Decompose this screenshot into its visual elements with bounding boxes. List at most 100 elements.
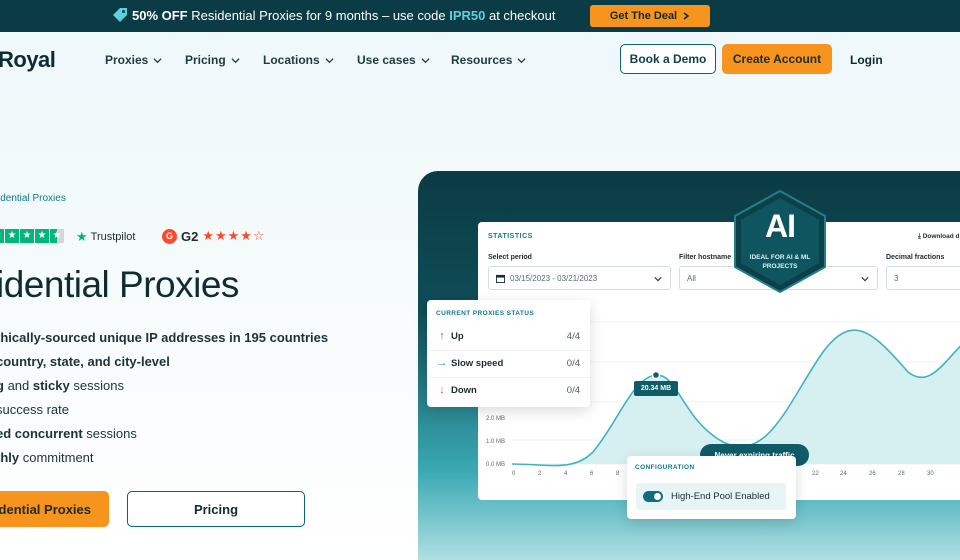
g2-stars: ★★★★☆: [202, 228, 266, 243]
nav-label: Proxies: [105, 53, 149, 67]
toggle-switch[interactable]: [643, 491, 663, 502]
book-demo-button[interactable]: Book a Demo: [620, 44, 716, 74]
chevron-down-icon: [325, 57, 334, 63]
hostname-value: All: [687, 273, 696, 283]
feature-bold: ed concurrent: [0, 426, 83, 441]
feature-item: country, state, and city-level: [0, 354, 170, 369]
arrow-up-icon: ↑: [439, 330, 445, 342]
page-title: idential Proxies: [0, 264, 239, 305]
status-label: Up: [451, 330, 464, 342]
feature-text: sessions: [82, 426, 137, 441]
feature-text: commitment: [19, 450, 94, 465]
feature-bold: thly: [0, 450, 20, 465]
status-value: 0/4: [566, 384, 580, 396]
period-value: 03/15/2023 - 03/21/2023: [510, 273, 598, 283]
g2-rating[interactable]: G G2 ★★★★☆: [162, 228, 266, 244]
x-tick: 22: [812, 471, 819, 477]
x-tick: 6: [590, 471, 594, 477]
get-deal-button[interactable]: Get The Deal: [590, 5, 710, 27]
y-tick: 1.0 MB: [486, 439, 505, 445]
highlight-point: [651, 370, 661, 380]
feature-item: thically-sourced unique IP addresses in …: [0, 330, 328, 345]
promo-code: IPR50: [449, 8, 486, 23]
star-icon: ★: [20, 229, 34, 243]
get-deal-label: Get The Deal: [609, 10, 678, 22]
nav-label: Use cases: [357, 53, 416, 67]
trustpilot-label: Trustpilot: [90, 231, 136, 243]
x-tick: 0: [512, 471, 516, 477]
tag-icon: [113, 8, 127, 22]
status-row-slow: → Slow speed 0/4: [427, 350, 590, 376]
feature-text: success rate: [0, 402, 69, 417]
nav-resources[interactable]: Resources: [451, 53, 526, 67]
g2-label: G2: [181, 228, 199, 244]
ai-badge-subtext: IDEAL FOR AI & ML PROJECTS: [749, 254, 811, 270]
chevron-right-icon: [683, 12, 690, 20]
nav-locations[interactable]: Locations: [263, 53, 334, 67]
x-tick: 8: [616, 471, 620, 477]
status-value: 4/4: [566, 330, 580, 342]
arrow-down-icon: ↓: [439, 384, 445, 396]
promo-bar: 50% OFF Residential Proxies for 9 months…: [0, 0, 960, 32]
high-end-pool-toggle-row[interactable]: High-End Pool Enabled: [636, 483, 786, 510]
g2-logo-icon: G: [162, 228, 177, 244]
status-card-title: CURRENT PROXIES STATUS: [436, 310, 535, 317]
breadcrumb[interactable]: idential Proxies: [0, 193, 66, 204]
feature-item: thly commitment: [0, 450, 94, 465]
status-label: Slow speed: [451, 357, 504, 369]
trustpilot-star-icon: ★: [76, 229, 88, 244]
trustpilot-logo[interactable]: ★ Trustpilot: [76, 229, 135, 245]
nav-proxies[interactable]: Proxies: [105, 53, 162, 67]
chevron-down-icon: [861, 277, 869, 282]
nav-label: Locations: [263, 53, 320, 67]
dashboard-title: STATISTICS: [488, 233, 533, 240]
x-tick: 26: [869, 471, 876, 477]
period-select[interactable]: 03/15/2023 - 03/21/2023: [488, 266, 671, 290]
calendar-icon: [496, 274, 505, 283]
decimal-value: 3: [894, 273, 899, 283]
star-icon: ★: [0, 229, 4, 243]
chevron-down-icon: [517, 57, 526, 63]
feature-item: g and sticky sessions: [0, 378, 124, 393]
nav-use-cases[interactable]: Use cases: [357, 53, 430, 67]
status-row-down: ↓ Down 0/4: [427, 377, 590, 403]
y-tick: 0.0 MB: [486, 462, 505, 468]
promo-discount: 50% OFF: [132, 8, 188, 23]
feature-bold: sticky: [32, 378, 70, 393]
star-icon: ★: [35, 229, 49, 243]
filter-hostname-label: Filter hostname: [679, 254, 732, 261]
login-link[interactable]: Login: [850, 53, 883, 67]
feature-text: country, state, and city-level: [0, 354, 170, 369]
y-tick: 2.0 MB: [486, 416, 505, 422]
ai-badge-text: AI: [765, 208, 796, 244]
toggle-label: High-End Pool Enabled: [671, 491, 770, 502]
half-star-icon: ★: [50, 229, 64, 243]
create-account-button[interactable]: Create Account: [722, 44, 832, 74]
status-row-up: ↑ Up 4/4: [427, 323, 590, 349]
download-link[interactable]: ⤓ Download d: [918, 233, 960, 241]
status-value: 0/4: [566, 357, 580, 369]
star-icon: ★: [5, 229, 19, 243]
chevron-down-icon: [231, 57, 240, 63]
select-period-label: Select period: [488, 254, 532, 261]
x-tick: 24: [840, 471, 847, 477]
chevron-down-icon: [153, 57, 162, 63]
nav-label: Resources: [451, 53, 513, 67]
promo-body: Residential Proxies for 9 months – use c…: [187, 8, 450, 23]
x-tick: 2: [538, 471, 542, 477]
decimal-select[interactable]: 3: [886, 266, 960, 290]
nav-pricing[interactable]: Pricing: [185, 53, 240, 67]
trustpilot-stars: ★ ★ ★ ★ ★: [0, 229, 64, 243]
x-tick: 28: [898, 471, 905, 477]
status-label: Down: [451, 384, 477, 396]
logo[interactable]: Royal: [0, 47, 56, 73]
residential-proxies-button[interactable]: idential Proxies: [0, 491, 109, 527]
feature-text: and: [3, 378, 33, 393]
feature-text: sessions: [69, 378, 124, 393]
download-label: Download d: [922, 233, 960, 240]
configuration-title: CONFIGURATION: [635, 464, 695, 471]
x-tick: 30: [927, 471, 934, 477]
chevron-down-icon: [421, 57, 430, 63]
chevron-down-icon: [654, 277, 662, 282]
pricing-button[interactable]: Pricing: [127, 491, 305, 527]
